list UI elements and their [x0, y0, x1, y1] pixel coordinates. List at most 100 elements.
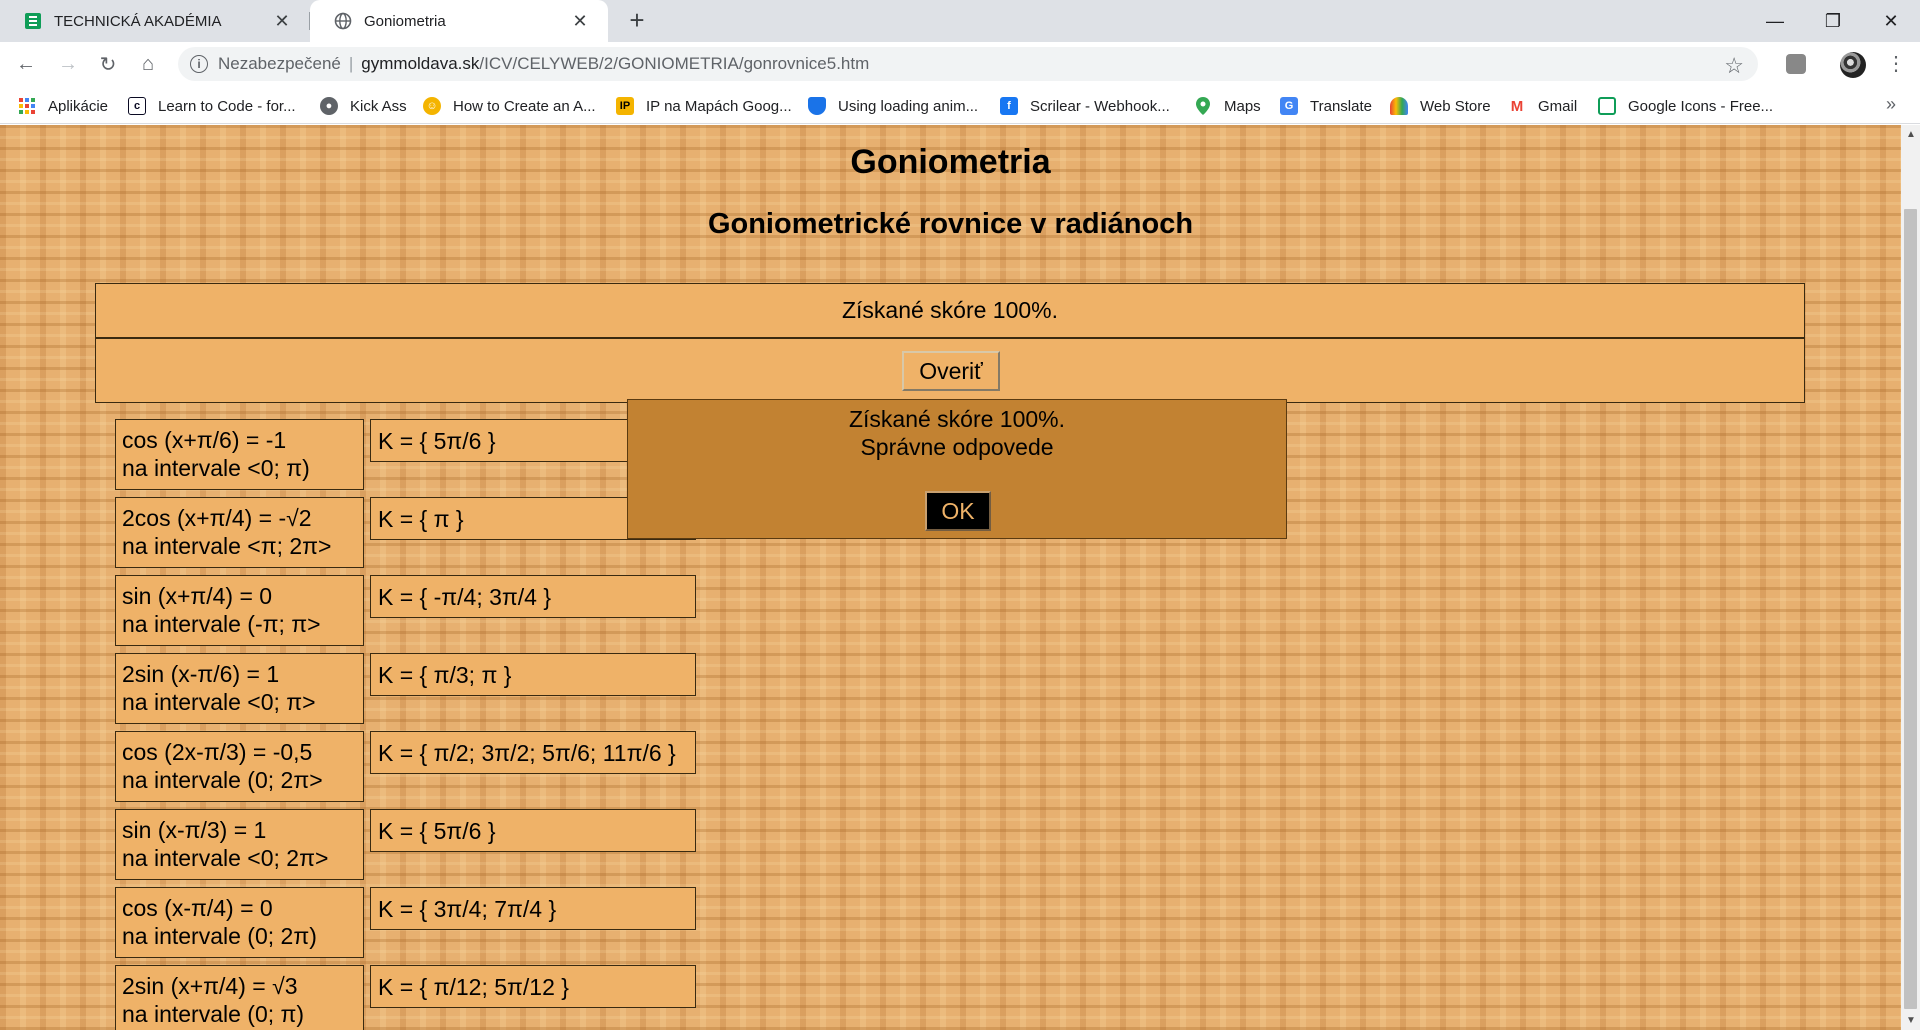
bookmark-google-icons[interactable]: Google Icons - Free... [1598, 95, 1773, 117]
score-text: Získané skóre 100%. [841, 297, 1059, 323]
bookmark-label: How to Create an A... [453, 97, 596, 115]
bookmark-label: Maps [1224, 97, 1261, 115]
equation-box: cos (2x-π/3) = -0,5 na intervale (0; 2π> [115, 731, 364, 802]
interval-text: na intervale (-π; π> [122, 611, 321, 637]
bookmark-web-store[interactable]: Web Store [1390, 95, 1491, 117]
forward-arrow-icon[interactable]: → [54, 50, 82, 78]
bookmark-using-loading[interactable]: Using loading anim... [808, 95, 978, 117]
webstore-icon [1390, 97, 1408, 115]
translate-icon: G [1280, 97, 1298, 115]
security-label: Nezabezpečené [218, 54, 341, 73]
equation-box: sin (x+π/4) = 0 na intervale (-π; π> [115, 575, 364, 646]
facebook-icon: f [1000, 97, 1018, 115]
bookmark-label: Google Icons - Free... [1628, 97, 1774, 115]
close-tab-icon[interactable]: ✕ [272, 11, 292, 31]
address-divider: | [348, 54, 354, 73]
equation-text: cos (2x-π/3) = -0,5 [122, 739, 313, 765]
vertical-scrollbar[interactable]: ▲ ▼ [1901, 125, 1920, 1030]
bookmark-label: Scrilear - Webhook... [1030, 97, 1170, 115]
answer-input[interactable]: K = { π/2; 3π/2; 5π/6; 11π/6 } [370, 731, 696, 774]
dialog-score-text: Získané skóre 100%. [848, 406, 1066, 432]
interval-text: na intervale <0; 2π> [122, 845, 329, 871]
bookmark-ip-na-mapach[interactable]: IP IP na Mapách Goog... [616, 95, 792, 117]
bookmark-label: Gmail [1538, 97, 1578, 115]
bookmark-label: Learn to Code - for... [158, 97, 296, 115]
equation-box: cos (x+π/6) = -1 na intervale <0; π) [115, 419, 364, 490]
equation-text: 2sin (x-π/6) = 1 [122, 661, 280, 687]
score-box: Získané skóre 100%. [95, 283, 1805, 338]
freecodecamp-icon: c [128, 97, 146, 115]
equation-text: cos (x+π/6) = -1 [122, 427, 287, 453]
globe-icon [334, 12, 352, 30]
equation-box: 2sin (x+π/4) = √3 na intervale (0; π) [115, 965, 364, 1030]
interval-text: na intervale (0; π) [122, 1001, 305, 1027]
address-path: /ICV/CELYWEB/2/GONIOMETRIA/gonrovnice5.h… [479, 54, 870, 73]
gmail-icon: M [1508, 97, 1526, 115]
ok-button[interactable]: OK [925, 491, 991, 531]
interval-text: na intervale (0; 2π) [122, 923, 317, 949]
answer-input[interactable]: K = { 3π/4; 7π/4 } [370, 887, 696, 930]
bookmark-label: Kick Ass [350, 97, 407, 115]
equation-text: 2sin (x+π/4) = √3 [122, 973, 298, 999]
equation-box: 2cos (x+π/4) = -√2 na intervale <π; 2π> [115, 497, 364, 568]
bookmarks-overflow-icon[interactable]: » [1886, 94, 1896, 115]
bookmark-gmail[interactable]: M Gmail [1508, 95, 1577, 117]
new-tab-plus-icon[interactable]: + [624, 7, 650, 34]
maps-pin-icon [1194, 97, 1212, 115]
answer-input[interactable]: K = { π/12; 5π/12 } [370, 965, 696, 1008]
more-menu-icon[interactable]: ⋮ [1886, 50, 1906, 78]
bookmark-maps[interactable]: Maps [1194, 95, 1261, 117]
bookmark-star-icon[interactable]: ☆ [1724, 53, 1744, 79]
bookmark-scrilear[interactable]: f Scrilear - Webhook... [1000, 95, 1170, 117]
equation-text: sin (x-π/3) = 1 [122, 817, 267, 843]
address-host: gymmoldava.sk [361, 54, 480, 73]
equation-box: sin (x-π/3) = 1 na intervale <0; 2π> [115, 809, 364, 880]
tab-strip: TECHNICKÁ AKADÉMIA ✕ Goniometria ✕ + — ❐… [0, 0, 1920, 42]
bookmark-translate[interactable]: G Translate [1280, 95, 1372, 117]
answer-input[interactable]: K = { -π/4; 3π/4 } [370, 575, 696, 618]
extension-icon[interactable] [1786, 54, 1806, 74]
equation-text: 2cos (x+π/4) = -√2 [122, 505, 312, 531]
scroll-up-arrow-icon[interactable]: ▲ [1906, 129, 1916, 140]
reload-icon[interactable]: ↻ [94, 50, 122, 78]
info-icon[interactable]: i [190, 55, 208, 73]
restore-icon[interactable]: ❐ [1804, 0, 1862, 42]
equation-text: sin (x+π/4) = 0 [122, 583, 273, 609]
tab-title: Goniometria [364, 12, 446, 30]
dialog-result-text: Správne odpovede [860, 434, 1054, 460]
address-bar[interactable]: i Nezabezpečené | gymmoldava.sk /ICV/CEL… [178, 47, 1758, 81]
bookmark-learn-to-code[interactable]: c Learn to Code - for... [128, 95, 296, 117]
bookmark-kick-ass[interactable]: ● Kick Ass [320, 95, 407, 117]
page-title: Goniometria [850, 143, 1051, 181]
page-subtitle: Goniometrické rovnice v radiánoch [707, 208, 1194, 240]
close-window-icon[interactable]: ✕ [1862, 0, 1920, 42]
interval-text: na intervale (0; 2π> [122, 767, 323, 793]
bookmark-label: Translate [1310, 97, 1372, 115]
tab-technicka-akademia[interactable]: TECHNICKÁ AKADÉMIA ✕ [0, 0, 310, 42]
close-tab-icon[interactable]: ✕ [570, 11, 590, 31]
verify-button[interactable]: Overiť [902, 351, 1000, 391]
site-favicon-icon [24, 12, 42, 30]
equation-box: cos (x-π/4) = 0 na intervale (0; 2π) [115, 887, 364, 958]
bookmark-label: Web Store [1420, 97, 1491, 115]
result-dialog: Získané skóre 100%. Správne odpovede OK [627, 399, 1287, 539]
answer-input[interactable]: K = { π/3; π } [370, 653, 696, 696]
interval-text: na intervale <0; π> [122, 689, 316, 715]
google-icons-icon [1598, 97, 1616, 115]
tab-goniometria[interactable]: Goniometria ✕ [310, 0, 608, 42]
shield-icon [808, 97, 826, 115]
bookmark-label: IP na Mapách Goog... [646, 97, 792, 115]
browser-toolbar: ← → ↻ ⌂ i Nezabezpečené | gymmoldava.sk … [0, 42, 1920, 86]
bookmark-aplikacie[interactable]: Aplikácie [18, 95, 108, 117]
back-arrow-icon[interactable]: ← [12, 50, 40, 78]
scroll-down-arrow-icon[interactable]: ▼ [1906, 1015, 1916, 1026]
apps-grid-icon [18, 97, 36, 115]
profile-avatar[interactable] [1840, 52, 1866, 78]
minimize-icon[interactable]: — [1746, 0, 1804, 42]
equation-text: cos (x-π/4) = 0 [122, 895, 273, 921]
bookmark-how-to-create[interactable]: ☺ How to Create an A... [423, 95, 596, 117]
home-icon[interactable]: ⌂ [134, 50, 162, 78]
tab-title: TECHNICKÁ AKADÉMIA [54, 12, 222, 30]
answer-input[interactable]: K = { 5π/6 } [370, 809, 696, 852]
scrollbar-thumb[interactable] [1904, 209, 1917, 1009]
